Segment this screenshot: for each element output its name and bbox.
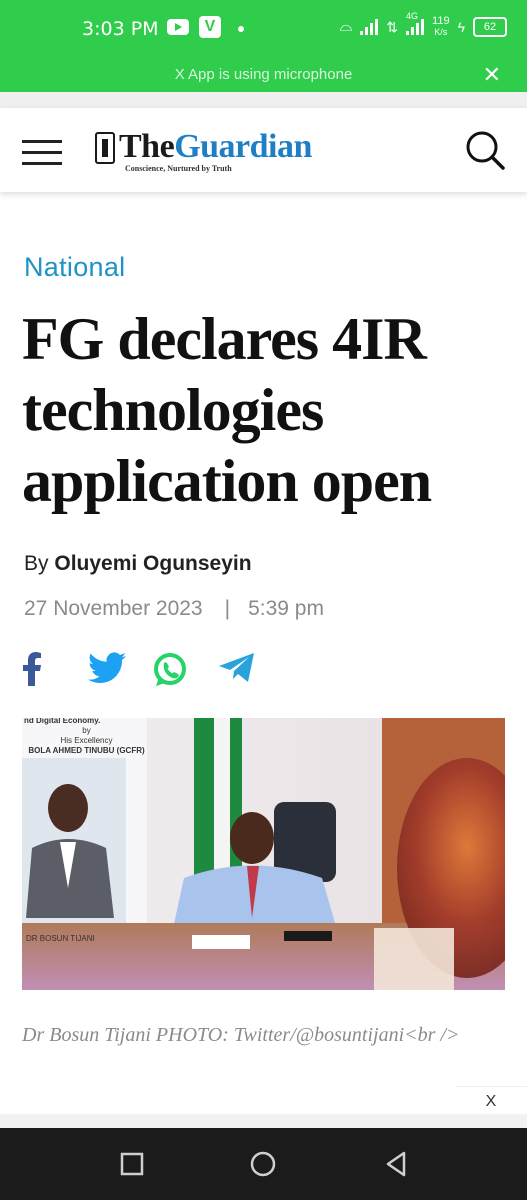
battery-level: 62	[483, 21, 497, 33]
speed-unit: K/s	[434, 27, 448, 37]
mobile-signal-icon	[406, 19, 425, 35]
date-separator: |	[224, 597, 231, 620]
charging-icon: ϟ	[457, 19, 465, 35]
photo-banner-line4: BOLA AHMED TINUBU (GCFR)	[28, 746, 145, 755]
status-bar: 3:03 PM V ⌓ ⇅ 4G 119 K/s ϟ 62	[0, 0, 527, 58]
network-speed: 119 K/s	[432, 16, 450, 38]
photo-banner-line3: His Excellency	[60, 736, 113, 745]
menu-icon[interactable]	[22, 140, 62, 166]
notification-dot-icon	[238, 26, 244, 32]
battery-icon: 62	[473, 17, 507, 37]
ad-strip	[0, 1114, 527, 1128]
photo-banner-text: nd Digital Economy. by His Excellency BO…	[24, 718, 149, 756]
network-label: 4G	[406, 11, 419, 21]
article-time: 5:39 pm	[248, 597, 324, 620]
whatsapp-icon[interactable]	[152, 652, 188, 693]
guardian-emblem-icon	[95, 132, 115, 164]
status-time: 3:03 PM	[82, 18, 159, 40]
close-icon[interactable]: ✕	[483, 62, 501, 88]
data-transfer-icon: ⇅	[386, 18, 399, 35]
ad-close-button[interactable]: X	[455, 1086, 527, 1115]
photo-poster-name: DR BOSUN TIJANI	[26, 934, 95, 943]
logo-the: The	[119, 128, 175, 165]
byline: By Oluyemi Ogunseyin	[24, 552, 252, 576]
system-nav-bar	[0, 1128, 527, 1200]
signal-strength-icon	[360, 19, 379, 35]
mic-usage-banner: X App is using microphone ✕	[0, 58, 527, 92]
mic-banner-text: X App is using microphone	[174, 66, 353, 83]
section-link[interactable]: National	[24, 252, 125, 283]
header-spacer	[0, 92, 527, 108]
photo-caption: Dr Bosun Tijani PHOTO: Twitter/@bosuntij…	[22, 1024, 460, 1046]
youtube-icon	[167, 19, 189, 35]
twitter-icon[interactable]	[88, 652, 126, 689]
article-dateline: 27 November 2023 | 5:39 pm	[24, 597, 324, 621]
photo-illustration	[22, 718, 505, 990]
back-icon[interactable]	[380, 1148, 412, 1180]
status-right-group: ⌓ ⇅ 4G 119 K/s ϟ 62	[339, 11, 507, 38]
author-link[interactable]: Oluyemi Ogunseyin	[54, 552, 251, 575]
article-date: 27 November 2023	[24, 597, 203, 620]
headset-icon: ⌓	[339, 18, 353, 35]
logo-tagline: Conscience, Nurtured by Truth	[125, 164, 232, 173]
article-title: FG declares 4IR technologies application…	[22, 306, 432, 514]
telegram-icon[interactable]	[218, 652, 256, 689]
logo-wordmark: TheGuardian	[119, 128, 312, 166]
article-photo[interactable]: nd Digital Economy. by His Excellency BO…	[22, 718, 505, 990]
byline-prefix: By	[24, 552, 49, 575]
search-icon[interactable]	[465, 130, 505, 170]
site-header: TheGuardian Conscience, Nurtured by Trut…	[0, 108, 527, 192]
logo-guardian: Guardian	[174, 128, 312, 165]
recents-icon[interactable]	[116, 1148, 148, 1180]
photo-banner-line1: nd Digital Economy.	[24, 718, 101, 725]
facebook-icon[interactable]	[22, 652, 42, 691]
home-icon[interactable]	[247, 1148, 279, 1180]
speed-value: 119	[432, 15, 450, 27]
network-type: 4G	[406, 11, 425, 35]
photo-banner-line2: by	[82, 726, 91, 735]
vpn-app-icon: V	[199, 16, 221, 38]
